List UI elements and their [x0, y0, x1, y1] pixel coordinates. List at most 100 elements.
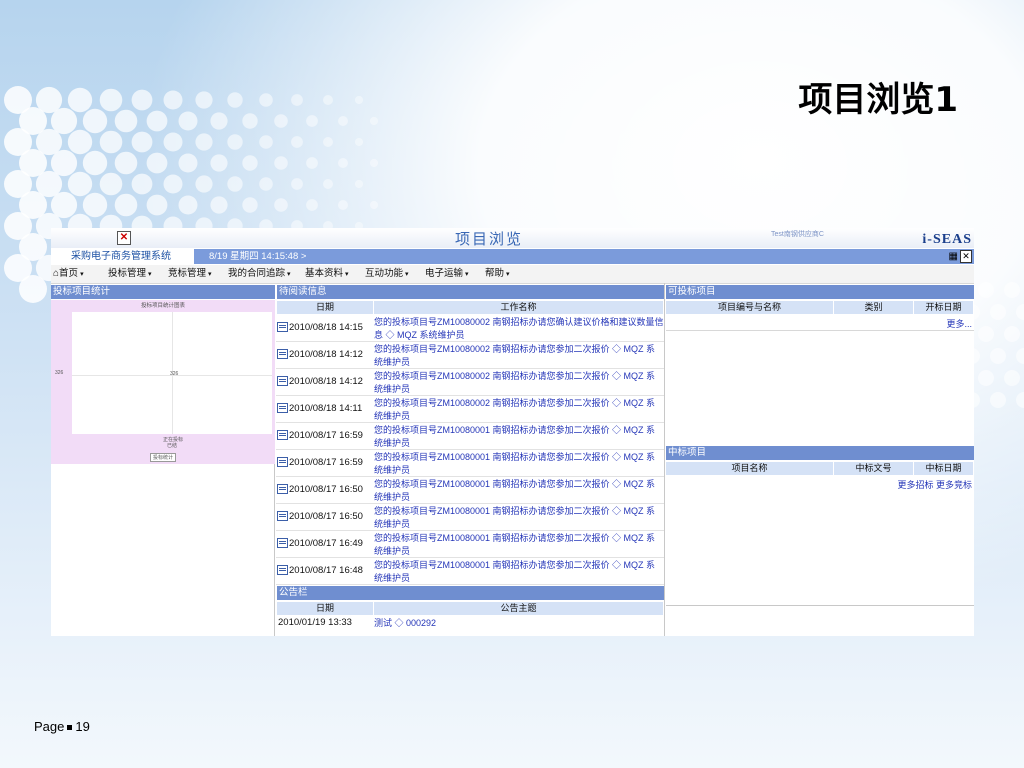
message-date: 2010/08/17 16:59	[276, 450, 374, 476]
table-row[interactable]: 2010/08/18 14:12 您的投标项目号ZM10080002 南钢招标办请…	[276, 369, 664, 396]
message-date-text: 2010/08/18 14:12	[289, 376, 363, 387]
stats-button[interactable]: 投标统计	[150, 453, 177, 462]
message-text[interactable]: 您的投标项目号ZM10080001 南钢招标办请您参加二次报价 ◇ MQZ 系统…	[374, 532, 664, 557]
close-icon[interactable]: ✕	[960, 250, 972, 263]
menu-home[interactable]: ⌂首页 ▾	[53, 267, 84, 282]
decorative-dot	[146, 110, 168, 132]
message-date: 2010/08/18 14:12	[276, 342, 374, 368]
decorative-dot	[67, 171, 93, 197]
decorative-dot	[274, 114, 288, 128]
decorative-dot	[195, 175, 213, 193]
pending-panel-header: 待阅读信息	[277, 285, 664, 299]
pending-col-name: 工作名称	[374, 301, 664, 314]
message-date: 2010/08/17 16:50	[276, 504, 374, 530]
message-icon[interactable]	[277, 564, 288, 575]
table-row[interactable]: 2010/08/17 16:48 您的投标项目号ZM10080001 南钢招标办请…	[276, 558, 664, 585]
message-text[interactable]: 您的投标项目号ZM10080001 南钢招标办请您参加二次报价 ◇ MQZ 系统…	[374, 478, 664, 503]
message-icon[interactable]	[277, 321, 288, 332]
notice-row[interactable]: 2010/01/19 13:33 测试 ◇ 000292	[276, 615, 664, 631]
bid-panel-header: 可投标项目	[666, 285, 974, 299]
decorative-dot	[242, 197, 258, 213]
message-date: 2010/08/18 14:15	[276, 315, 374, 341]
notice-subject[interactable]: 测试 ◇ 000292	[374, 615, 436, 631]
decorative-dot	[114, 151, 138, 175]
message-date-text: 2010/08/17 16:50	[289, 511, 363, 522]
table-row[interactable]: 2010/08/17 16:50 您的投标项目号ZM10080001 南钢招标办请…	[276, 477, 664, 504]
table-row[interactable]: 2010/08/17 16:59 您的投标项目号ZM10080001 南钢招标办请…	[276, 423, 664, 450]
message-text[interactable]: 您的投标项目号ZM10080001 南钢招标办请您参加二次报价 ◇ MQZ 系统…	[374, 559, 664, 584]
decorative-dot	[323, 95, 333, 105]
close-icon[interactable]: ✕	[117, 231, 131, 245]
decorative-dot	[1016, 348, 1024, 364]
message-date-text: 2010/08/17 16:50	[289, 484, 363, 495]
table-row[interactable]: 2010/08/17 16:50 您的投标项目号ZM10080001 南钢招标办请…	[276, 504, 664, 531]
message-text[interactable]: 您的投标项目号ZM10080002 南钢招标办请您参加二次报价 ◇ MQZ 系统…	[374, 370, 664, 395]
decorative-dot	[178, 111, 198, 131]
decorative-dot	[178, 195, 198, 215]
app-window: ✕ 项目浏览 Test南钢供应商C i-SEAS 采购电子商务管理系统 8/19…	[51, 228, 974, 636]
decorative-dot	[82, 192, 108, 218]
decorative-dot	[306, 157, 318, 169]
message-text[interactable]: 您的投标项目号ZM10080001 南钢招标办请您参加二次报价 ◇ MQZ 系统…	[374, 451, 664, 476]
decorative-dot	[291, 178, 303, 190]
message-text[interactable]: 您的投标项目号ZM10080002 南钢招标办请您参加二次报价 ◇ MQZ 系统…	[374, 343, 664, 368]
message-text[interactable]: 您的投标项目号ZM10080001 南钢招标办请您参加二次报价 ◇ MQZ 系统…	[374, 505, 664, 530]
message-date: 2010/08/17 16:50	[276, 477, 374, 503]
panel-divider	[664, 283, 665, 636]
decorative-dot	[306, 115, 318, 127]
won-more-links: 更多招标 更多竞标	[897, 478, 972, 491]
message-date-text: 2010/08/17 16:59	[289, 430, 363, 441]
decorative-dot	[323, 179, 333, 189]
message-icon[interactable]	[277, 456, 288, 467]
sitemap-icon[interactable]: ▦	[949, 251, 958, 262]
decorative-dot	[195, 91, 213, 109]
message-icon[interactable]	[277, 402, 288, 413]
message-icon[interactable]	[277, 510, 288, 521]
window-title: 项目浏览	[455, 230, 524, 248]
message-date-text: 2010/08/17 16:59	[289, 457, 363, 468]
decorative-dot	[163, 90, 183, 110]
table-row[interactable]: 2010/08/18 14:15 您的投标项目号ZM10080002 南钢招标办请…	[276, 315, 664, 342]
decorative-dot	[210, 196, 228, 214]
decorative-dot	[259, 93, 273, 107]
decorative-dot	[146, 152, 168, 174]
message-icon[interactable]	[277, 483, 288, 494]
decorative-dot	[990, 348, 1006, 364]
decorative-dot	[291, 136, 303, 148]
chart-x-label-2: 已结	[167, 443, 178, 449]
table-row[interactable]: 2010/08/17 16:59 您的投标项目号ZM10080001 南钢招标办请…	[276, 450, 664, 477]
table-row[interactable]: 2010/08/18 14:11 您的投标项目号ZM10080002 南钢招标办请…	[276, 396, 664, 423]
menu-transport[interactable]: 电子运输 ▾	[425, 267, 469, 282]
table-row[interactable]: 2010/08/18 14:12 您的投标项目号ZM10080002 南钢招标办请…	[276, 342, 664, 369]
message-date-text: 2010/08/18 14:15	[289, 322, 363, 333]
table-row[interactable]: 2010/08/17 16:49 您的投标项目号ZM10080001 南钢招标办请…	[276, 531, 664, 558]
logo: i-SEAS	[922, 232, 972, 247]
system-datetime: 8/19 星期四 14:15:48 >	[209, 251, 307, 262]
menu-help[interactable]: 帮助 ▾	[485, 267, 510, 282]
decorative-dot	[50, 149, 78, 177]
menu-basic-info[interactable]: 基本资料 ▾	[305, 267, 349, 282]
message-icon[interactable]	[277, 375, 288, 386]
decorative-dot	[1004, 326, 1020, 342]
decorative-dot	[242, 155, 258, 171]
decorative-dot	[99, 172, 123, 196]
message-icon[interactable]	[277, 429, 288, 440]
decorative-dot	[67, 87, 93, 113]
message-icon[interactable]	[277, 537, 288, 548]
decorative-dot	[114, 193, 138, 217]
menu-interaction[interactable]: 互动功能 ▾	[365, 267, 409, 282]
menu-contract-tracking[interactable]: 我的合同追踪 ▾	[228, 267, 291, 282]
menu-auction-management[interactable]: 竞标管理 ▾	[168, 267, 212, 282]
bid-more-link[interactable]: 更多...	[946, 317, 972, 330]
chart-title: 投标项目统计图表	[140, 303, 185, 309]
message-date: 2010/08/18 14:11	[276, 396, 374, 422]
menu-bid-management[interactable]: 投标管理 ▾	[108, 267, 152, 282]
more-tender-link[interactable]: 更多招标	[897, 480, 933, 490]
chart-point-label: 326	[170, 371, 179, 377]
more-auction-link[interactable]: 更多竞标	[936, 480, 972, 490]
message-text[interactable]: 您的投标项目号ZM10080001 南钢招标办请您参加二次报价 ◇ MQZ 系统…	[374, 424, 664, 449]
message-text[interactable]: 您的投标项目号ZM10080002 南钢招标办请您确认建议价格和建议数量信息 ◇…	[374, 316, 664, 341]
message-date-text: 2010/08/18 14:12	[289, 349, 363, 360]
message-text[interactable]: 您的投标项目号ZM10080002 南钢招标办请您参加二次报价 ◇ MQZ 系统…	[374, 397, 664, 422]
message-icon[interactable]	[277, 348, 288, 359]
